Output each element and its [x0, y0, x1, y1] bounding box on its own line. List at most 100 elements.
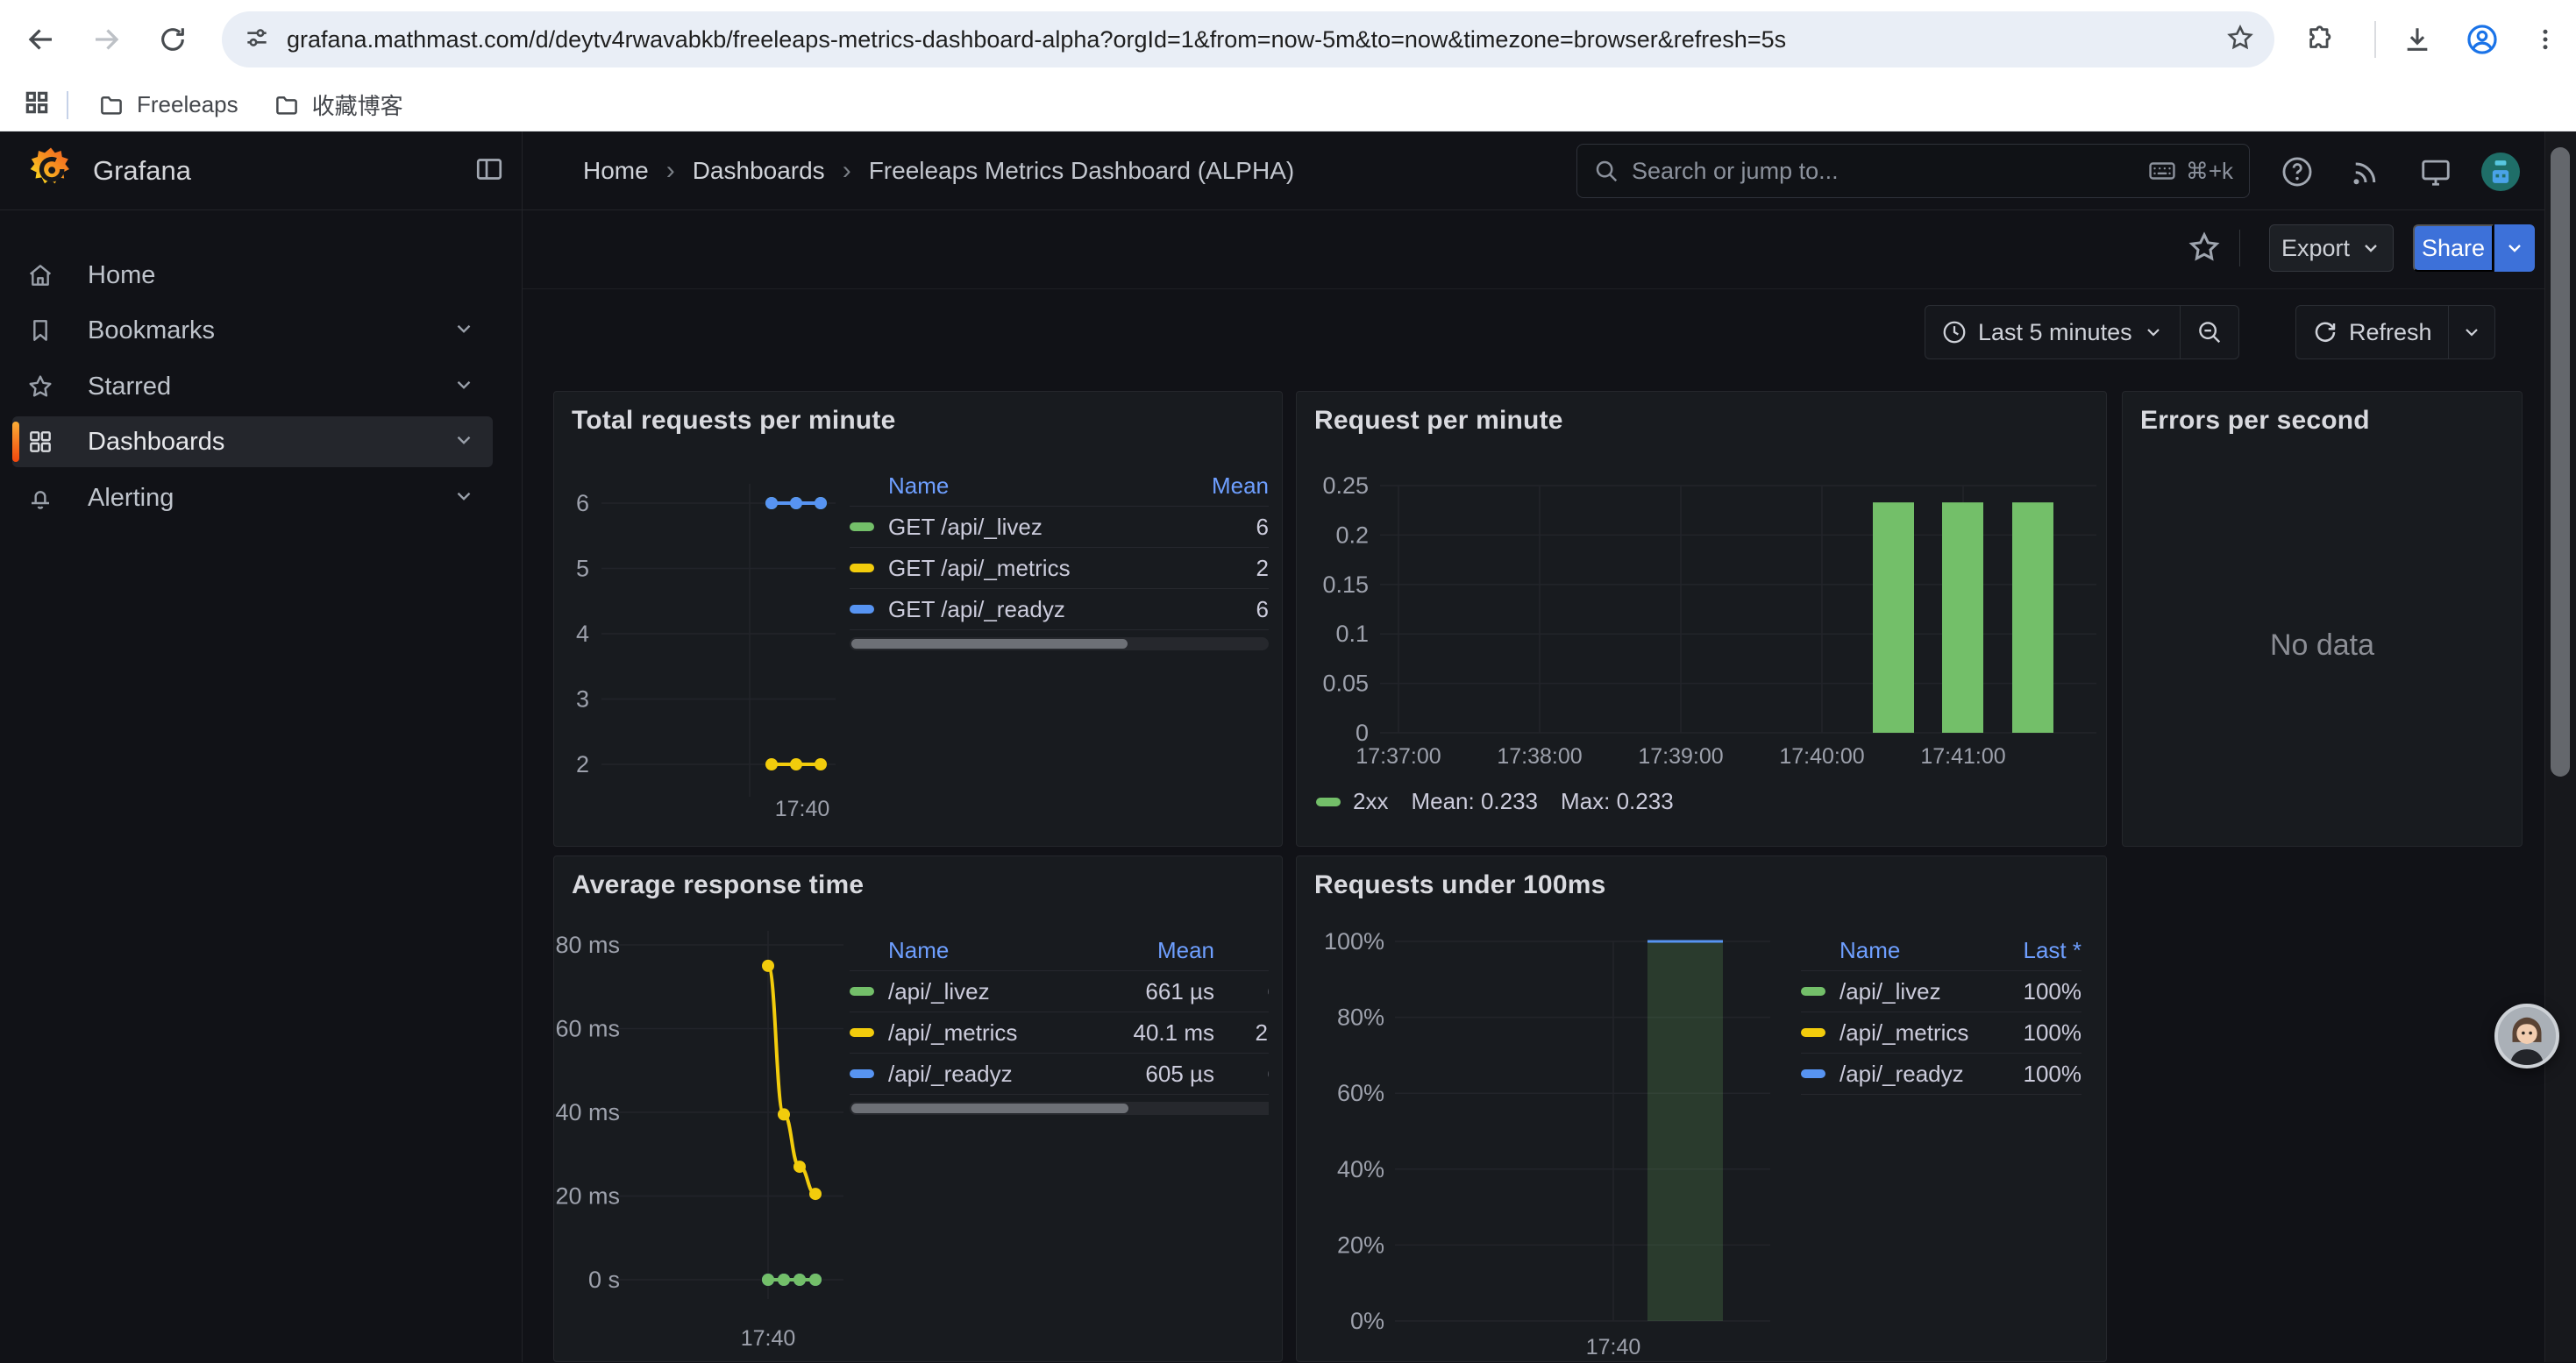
chevron-down-icon — [2504, 238, 2525, 259]
series-swatch — [850, 605, 874, 614]
refresh-interval-picker[interactable] — [2449, 306, 2494, 358]
browser-forward-button[interactable] — [84, 18, 128, 61]
monitor-icon — [2419, 155, 2452, 188]
export-button[interactable]: Export — [2269, 224, 2394, 272]
sidebar-item-dashboards[interactable]: Dashboards — [12, 416, 493, 467]
series-mean: 661 µs — [1109, 978, 1214, 1005]
series-mean: 6 — [1163, 596, 1269, 623]
chevron-down-icon — [2360, 238, 2381, 259]
sidebar-collapse-icon[interactable] — [473, 153, 505, 189]
legend-scrollbar-thumb[interactable] — [851, 1104, 1128, 1113]
col-last[interactable]: Last * — [1235, 937, 1269, 964]
downloads-button[interactable] — [2395, 18, 2439, 61]
svg-text:0%: 0% — [1350, 1308, 1384, 1334]
sidebar-item-label: Home — [88, 261, 493, 290]
browser-back-button[interactable] — [19, 18, 63, 61]
help-button[interactable] — [2278, 153, 2316, 191]
search-placeholder: Search or jump to... — [1632, 158, 2147, 185]
zoom-out-button[interactable] — [2181, 306, 2238, 358]
col-name[interactable]: Name — [888, 937, 1109, 964]
address-bar[interactable]: grafana.mathmast.com/d/deytv4rwavabkb/fr… — [222, 11, 2274, 67]
chevron-down-icon[interactable] — [452, 317, 475, 344]
legend-scrollbar-thumb[interactable] — [851, 639, 1128, 649]
grafana-app: Grafana Home › Dashboards › Freeleaps Me… — [0, 131, 2576, 1362]
series-mean: 6 — [1163, 514, 1269, 541]
sidebar-item-home[interactable]: Home — [12, 250, 493, 301]
series-name: /api/_metrics — [888, 1019, 1109, 1047]
series-name: /api/_livez — [1839, 978, 1960, 1005]
svg-text:0.25: 0.25 — [1322, 472, 1369, 499]
bookmark-star-icon[interactable] — [2225, 23, 2255, 57]
col-mean[interactable]: Mean — [1163, 472, 1269, 500]
col-mean[interactable]: Mean — [1109, 937, 1214, 964]
user-avatar[interactable] — [2481, 153, 2520, 191]
grafana-logo[interactable] — [26, 145, 75, 198]
time-range-controls: Last 5 minutes — [1925, 305, 2239, 359]
kebab-menu-icon — [2532, 26, 2558, 53]
browser-reload-button[interactable] — [151, 18, 195, 61]
sidebar-item-bookmarks[interactable]: Bookmarks — [12, 305, 493, 356]
series-last: 20.5 ms — [1235, 1019, 1269, 1047]
extensions-button[interactable] — [2299, 18, 2343, 61]
legend-row[interactable]: /api/_readyz605 µs620 µs — [850, 1054, 1269, 1095]
col-name[interactable]: Name — [888, 472, 1163, 500]
chevron-down-icon[interactable] — [452, 485, 475, 512]
sidebar-item-starred[interactable]: Starred — [12, 361, 493, 412]
tune-icon[interactable] — [243, 24, 271, 56]
chevron-down-icon[interactable] — [452, 373, 475, 401]
legend-row[interactable]: /api/_livez100% — [1801, 971, 2081, 1012]
scrollbar-thumb[interactable] — [2551, 147, 2570, 777]
browser-menu-button[interactable] — [2523, 18, 2567, 61]
share-button[interactable]: Share — [2413, 224, 2494, 272]
legend-row[interactable]: GET /api/_metrics2 — [850, 548, 1269, 589]
favorite-dashboard-star-icon[interactable] — [2187, 230, 2222, 269]
svg-text:17:40:00: 17:40:00 — [1779, 744, 1864, 769]
legend-row[interactable]: /api/_readyz100% — [1801, 1054, 2081, 1095]
panel-errors-per-second[interactable]: Errors per second No data — [2122, 391, 2523, 847]
chevron-down-icon — [2143, 322, 2164, 343]
share-menu-button[interactable] — [2494, 224, 2535, 272]
search-input[interactable]: Search or jump to... ⌘+k — [1576, 144, 2250, 198]
legend-row[interactable]: /api/_metrics40.1 ms20.5 ms — [850, 1012, 1269, 1054]
legend-row[interactable]: GET /api/_livez6 — [850, 507, 1269, 548]
series-name: GET /api/_readyz — [888, 596, 1163, 623]
series-last: 100% — [1989, 1019, 2081, 1047]
panel-request-per-minute[interactable]: Request per minute 0.250.20.150.10.05017… — [1296, 391, 2107, 847]
brand-zone: Grafana — [0, 131, 523, 210]
legend-scrollbar[interactable] — [850, 1102, 1269, 1115]
svg-text:40%: 40% — [1337, 1156, 1384, 1182]
panel-average-response-time[interactable]: Average response time 80 ms60 ms40 ms20 … — [553, 855, 1283, 1362]
bookmark-item[interactable]: 收藏博客 — [260, 84, 417, 126]
panel-requests-under-100ms[interactable]: Requests under 100ms 100%80%60%40%20%0%1… — [1296, 855, 2107, 1362]
svg-text:5: 5 — [576, 556, 589, 582]
keyboard-icon — [2147, 156, 2177, 186]
sidebar-item-label: Alerting — [88, 484, 452, 513]
bookmark-item[interactable]: Freeleaps — [84, 84, 253, 126]
legend-row[interactable]: GET /api/_readyz6 — [850, 589, 1269, 630]
legend-row[interactable]: /api/_livez661 µs646 µs — [850, 971, 1269, 1012]
sidebar-item-alerting[interactable]: Alerting — [12, 472, 493, 523]
bookmark-items: Freeleaps收藏博客 — [84, 84, 417, 126]
legend-row[interactable]: /api/_metrics100% — [1801, 1012, 2081, 1054]
rss-icon — [2350, 156, 2381, 188]
svg-text:80%: 80% — [1337, 1005, 1384, 1031]
breadcrumb-home[interactable]: Home — [583, 157, 649, 185]
time-range-picker[interactable]: Last 5 minutes — [1925, 306, 2180, 358]
profile-button[interactable] — [2460, 18, 2504, 61]
col-last[interactable]: Last * — [1981, 937, 2081, 964]
breadcrumb-dashboards[interactable]: Dashboards — [693, 157, 825, 185]
chart-legend[interactable]: 2xx Mean: 0.233 Max: 0.233 — [1316, 788, 1674, 815]
panel-total-requests-per-minute[interactable]: Total requests per minute 6543217:40 Nam… — [553, 391, 1283, 847]
news-button[interactable] — [2346, 153, 2385, 191]
page-scrollbar[interactable] — [2544, 131, 2576, 1362]
refresh-button[interactable]: Refresh — [2296, 306, 2448, 358]
chevron-down-icon[interactable] — [452, 429, 475, 456]
legend-scrollbar[interactable] — [850, 637, 1269, 650]
kiosk-mode-button[interactable] — [2416, 153, 2455, 191]
floating-assistant-avatar[interactable] — [2494, 1004, 2559, 1068]
svg-text:40 ms: 40 ms — [555, 1099, 620, 1125]
active-item-accent — [12, 422, 19, 462]
sidebar-item-label: Dashboards — [88, 428, 452, 457]
col-name[interactable]: Name — [1839, 937, 1960, 964]
apps-grid-icon[interactable] — [23, 89, 51, 121]
